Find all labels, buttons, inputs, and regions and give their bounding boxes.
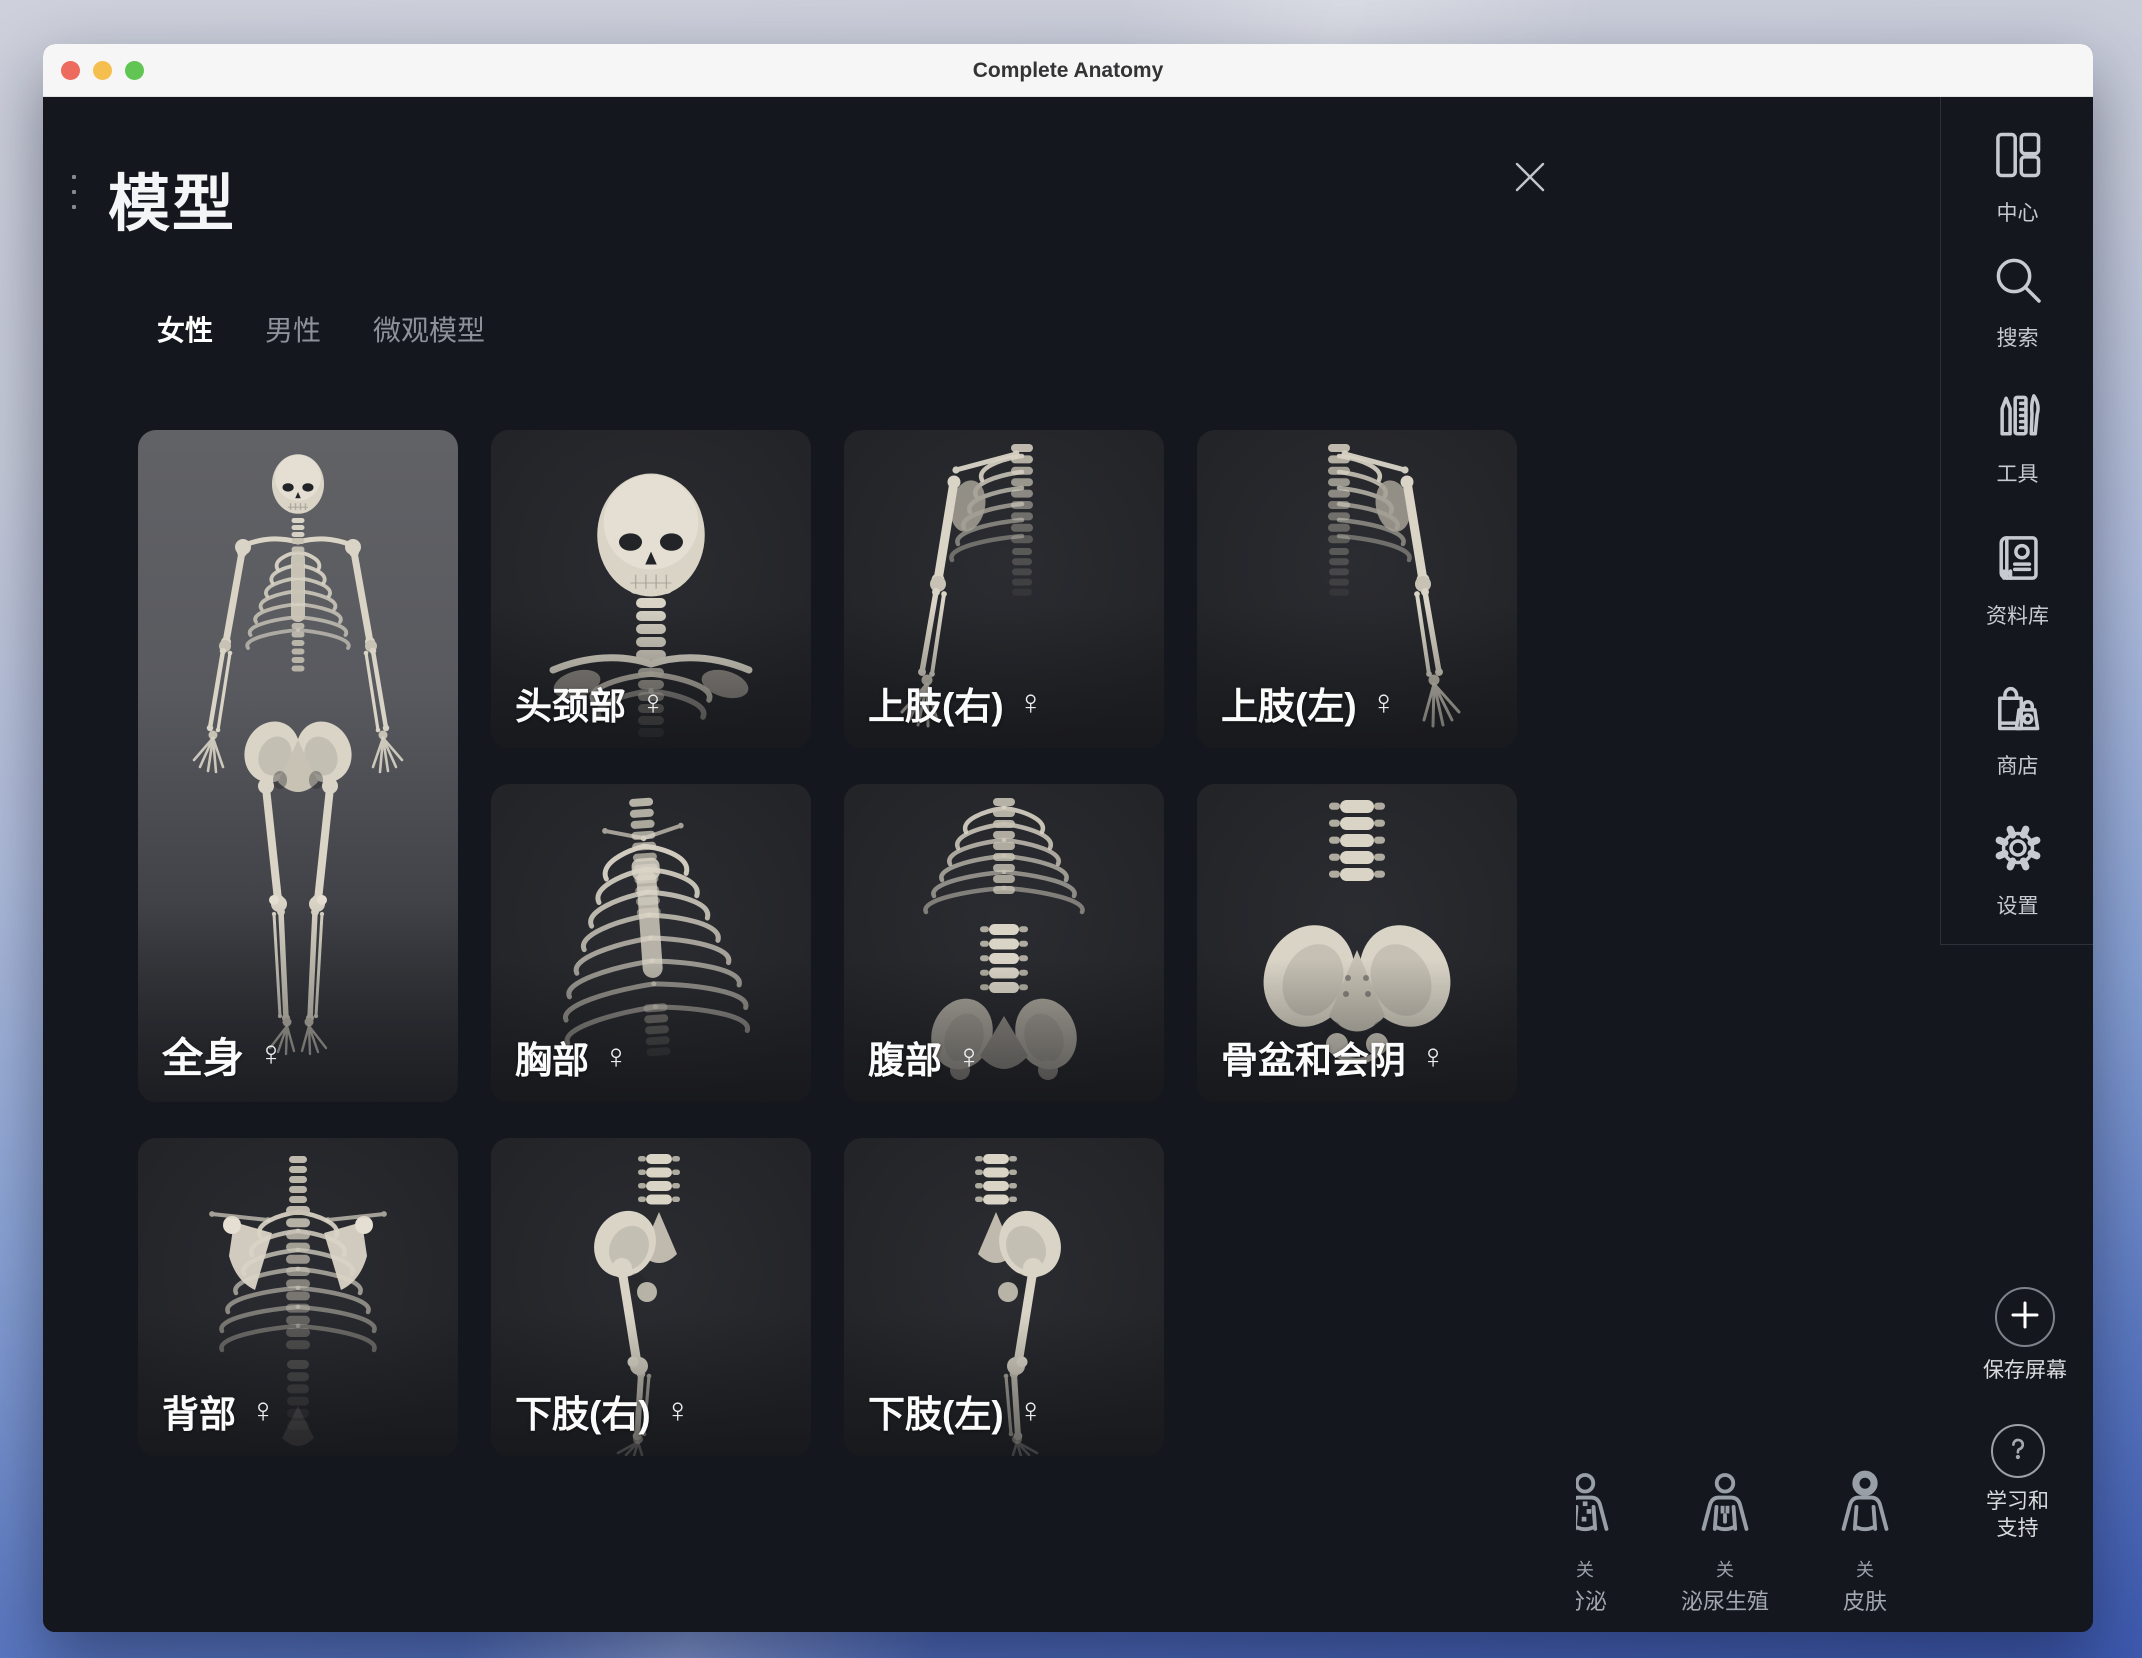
system-toggle-strip: 关 分泌 关 泌尿生殖 关 皮肤	[1576, 1469, 1954, 1629]
tab-female[interactable]: 女性	[157, 309, 213, 349]
female-symbol: ♀	[258, 1034, 284, 1074]
female-symbol: ♀	[1018, 1391, 1044, 1431]
nav-item-settings[interactable]: 设置	[1941, 820, 2093, 920]
library-icon	[1990, 530, 2046, 591]
store-icon	[1990, 680, 2046, 741]
model-card-back[interactable]: 背部 ♀	[138, 1138, 458, 1456]
female-symbol: ♀	[603, 1037, 629, 1077]
skin-figure-icon	[1832, 1469, 1898, 1552]
model-name: 腹部	[868, 1030, 942, 1084]
model-card-head-neck[interactable]: 头颈部 ♀	[491, 430, 811, 748]
app-window: Complete Anatomy 模型 女性 男性 微观模型 全身 ♀ 头颈部 ♀	[43, 44, 2093, 1632]
female-symbol: ♀	[956, 1037, 982, 1077]
model-tabs: 女性 男性 微观模型	[157, 309, 485, 349]
model-card-thorax[interactable]: 胸部 ♀	[491, 784, 811, 1102]
learning-support-button[interactable]: 学习和 支持	[1986, 1424, 2049, 1542]
question-icon	[2001, 1432, 2035, 1471]
window-title: Complete Anatomy	[43, 44, 2093, 97]
female-symbol: ♀	[1371, 683, 1397, 723]
model-name: 下肢(右)	[515, 1384, 651, 1438]
kebab-menu-icon[interactable]	[66, 175, 82, 209]
endocrine-figure-icon	[1576, 1469, 1618, 1552]
save-screen-button[interactable]: 保存屏幕	[1983, 1287, 2067, 1384]
plus-icon	[2008, 1298, 2042, 1337]
nav-item-hub[interactable]: 中心	[1941, 127, 2093, 227]
female-symbol: ♀	[665, 1391, 691, 1431]
nav-item-tools[interactable]: 工具	[1941, 388, 2093, 488]
nav-item-library[interactable]: 资料库	[1941, 530, 2093, 630]
tab-micro-models[interactable]: 微观模型	[373, 309, 485, 349]
settings-icon	[1990, 820, 2046, 881]
model-card-full-body[interactable]: 全身 ♀	[138, 430, 458, 1102]
model-card-lower-limb-left[interactable]: 下肢(左) ♀	[844, 1138, 1164, 1456]
toggle-urogenital[interactable]: 关 泌尿生殖	[1655, 1469, 1795, 1629]
model-grid: 全身 ♀ 头颈部 ♀ 上肢(右) ♀ 上肢(左) ♀ 胸部 ♀	[138, 430, 1517, 1456]
model-card-upper-limb-right[interactable]: 上肢(右) ♀	[844, 430, 1164, 748]
close-icon[interactable]	[1508, 155, 1552, 199]
hub-icon	[1990, 127, 2046, 188]
toggle-skin[interactable]: 关 皮肤	[1795, 1469, 1935, 1629]
model-name: 骨盆和会阴	[1221, 1030, 1406, 1084]
model-card-lower-limb-right[interactable]: 下肢(右) ♀	[491, 1138, 811, 1456]
model-name: 上肢(右)	[868, 676, 1004, 730]
model-name: 头颈部	[515, 676, 626, 730]
female-symbol: ♀	[1420, 1037, 1446, 1077]
nav-rail: 中心 搜索 工具 资料库 商店 设置	[1940, 97, 2093, 945]
tools-icon	[1990, 388, 2046, 449]
female-symbol: ♀	[1018, 683, 1044, 723]
model-card-pelvis-perineum[interactable]: 骨盆和会阴 ♀	[1197, 784, 1517, 1102]
nav-item-store[interactable]: 商店	[1941, 680, 2093, 780]
titlebar: Complete Anatomy	[43, 44, 2093, 97]
nav-item-search[interactable]: 搜索	[1941, 252, 2093, 352]
model-name: 背部	[162, 1384, 236, 1438]
model-name: 上肢(左)	[1221, 676, 1357, 730]
model-card-upper-limb-left[interactable]: 上肢(左) ♀	[1197, 430, 1517, 748]
search-icon	[1990, 252, 2046, 313]
main-content: 模型 女性 男性 微观模型 全身 ♀ 头颈部 ♀ 上肢(右) ♀	[43, 97, 2093, 1632]
model-name: 胸部	[515, 1030, 589, 1084]
model-name: 全身	[162, 1024, 244, 1084]
tab-male[interactable]: 男性	[265, 309, 321, 349]
female-symbol: ♀	[250, 1391, 276, 1431]
model-card-abdomen[interactable]: 腹部 ♀	[844, 784, 1164, 1102]
model-name: 下肢(左)	[868, 1384, 1004, 1438]
female-symbol: ♀	[640, 683, 666, 723]
toggle-endocrine[interactable]: 关 分泌	[1576, 1469, 1655, 1629]
urogenital-figure-icon	[1692, 1469, 1758, 1552]
page-title: 模型	[108, 153, 236, 243]
